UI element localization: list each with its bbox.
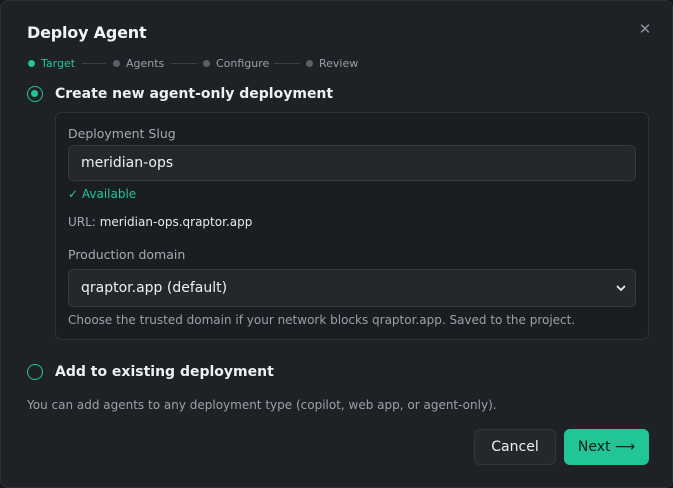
url-value: meridian-ops.qraptor.app <box>99 215 253 229</box>
close-icon[interactable]: ✕ <box>637 21 653 37</box>
step-dot-icon <box>203 59 210 67</box>
step-connector <box>171 63 197 64</box>
radio-create-new[interactable] <box>27 86 43 102</box>
chevron-down-icon <box>616 285 626 291</box>
availability-status: ✓ Available <box>68 187 137 201</box>
option-add-existing-label: Add to existing deployment <box>55 364 274 380</box>
deployment-url: URL: meridian-ops.qraptor.app <box>68 215 252 229</box>
footnote-text: You can add agents to any deployment typ… <box>27 398 497 412</box>
step-label: Review <box>319 56 359 70</box>
option-create-new[interactable]: Create new agent-only deployment <box>27 86 333 102</box>
domain-select[interactable]: qraptor.app (default) <box>68 269 636 307</box>
step-dot-icon <box>306 59 313 67</box>
step-review[interactable]: Review <box>306 56 359 70</box>
step-label: Configure <box>216 56 270 70</box>
step-dot-icon <box>28 59 35 67</box>
domain-selected-value: qraptor.app (default) <box>81 280 228 296</box>
radio-add-existing[interactable] <box>27 364 43 380</box>
step-configure[interactable]: Configure <box>203 56 270 70</box>
slug-input[interactable] <box>68 145 636 181</box>
step-label: Agents <box>126 56 165 70</box>
step-dot-icon <box>113 59 120 67</box>
step-agents[interactable]: Agents <box>113 56 165 70</box>
step-connector <box>274 63 300 64</box>
deploy-agent-dialog: Deploy Agent ✕ Target Agents Configure R… <box>0 0 673 488</box>
step-label: Target <box>41 56 76 70</box>
new-deployment-panel: Deployment Slug ✓ Available URL: meridia… <box>55 112 649 340</box>
url-prefix: URL: <box>68 215 96 229</box>
slug-label: Deployment Slug <box>68 126 176 141</box>
step-connector <box>82 63 106 64</box>
step-target[interactable]: Target <box>28 56 76 70</box>
option-add-existing[interactable]: Add to existing deployment <box>27 364 274 380</box>
next-button[interactable]: Next ⟶ <box>564 429 649 465</box>
cancel-button[interactable]: Cancel <box>474 429 556 465</box>
option-create-new-label: Create new agent-only deployment <box>55 86 334 102</box>
domain-label: Production domain <box>68 247 186 262</box>
domain-hint: Choose the trusted domain if your networ… <box>68 313 576 327</box>
dialog-title: Deploy Agent <box>27 23 147 42</box>
